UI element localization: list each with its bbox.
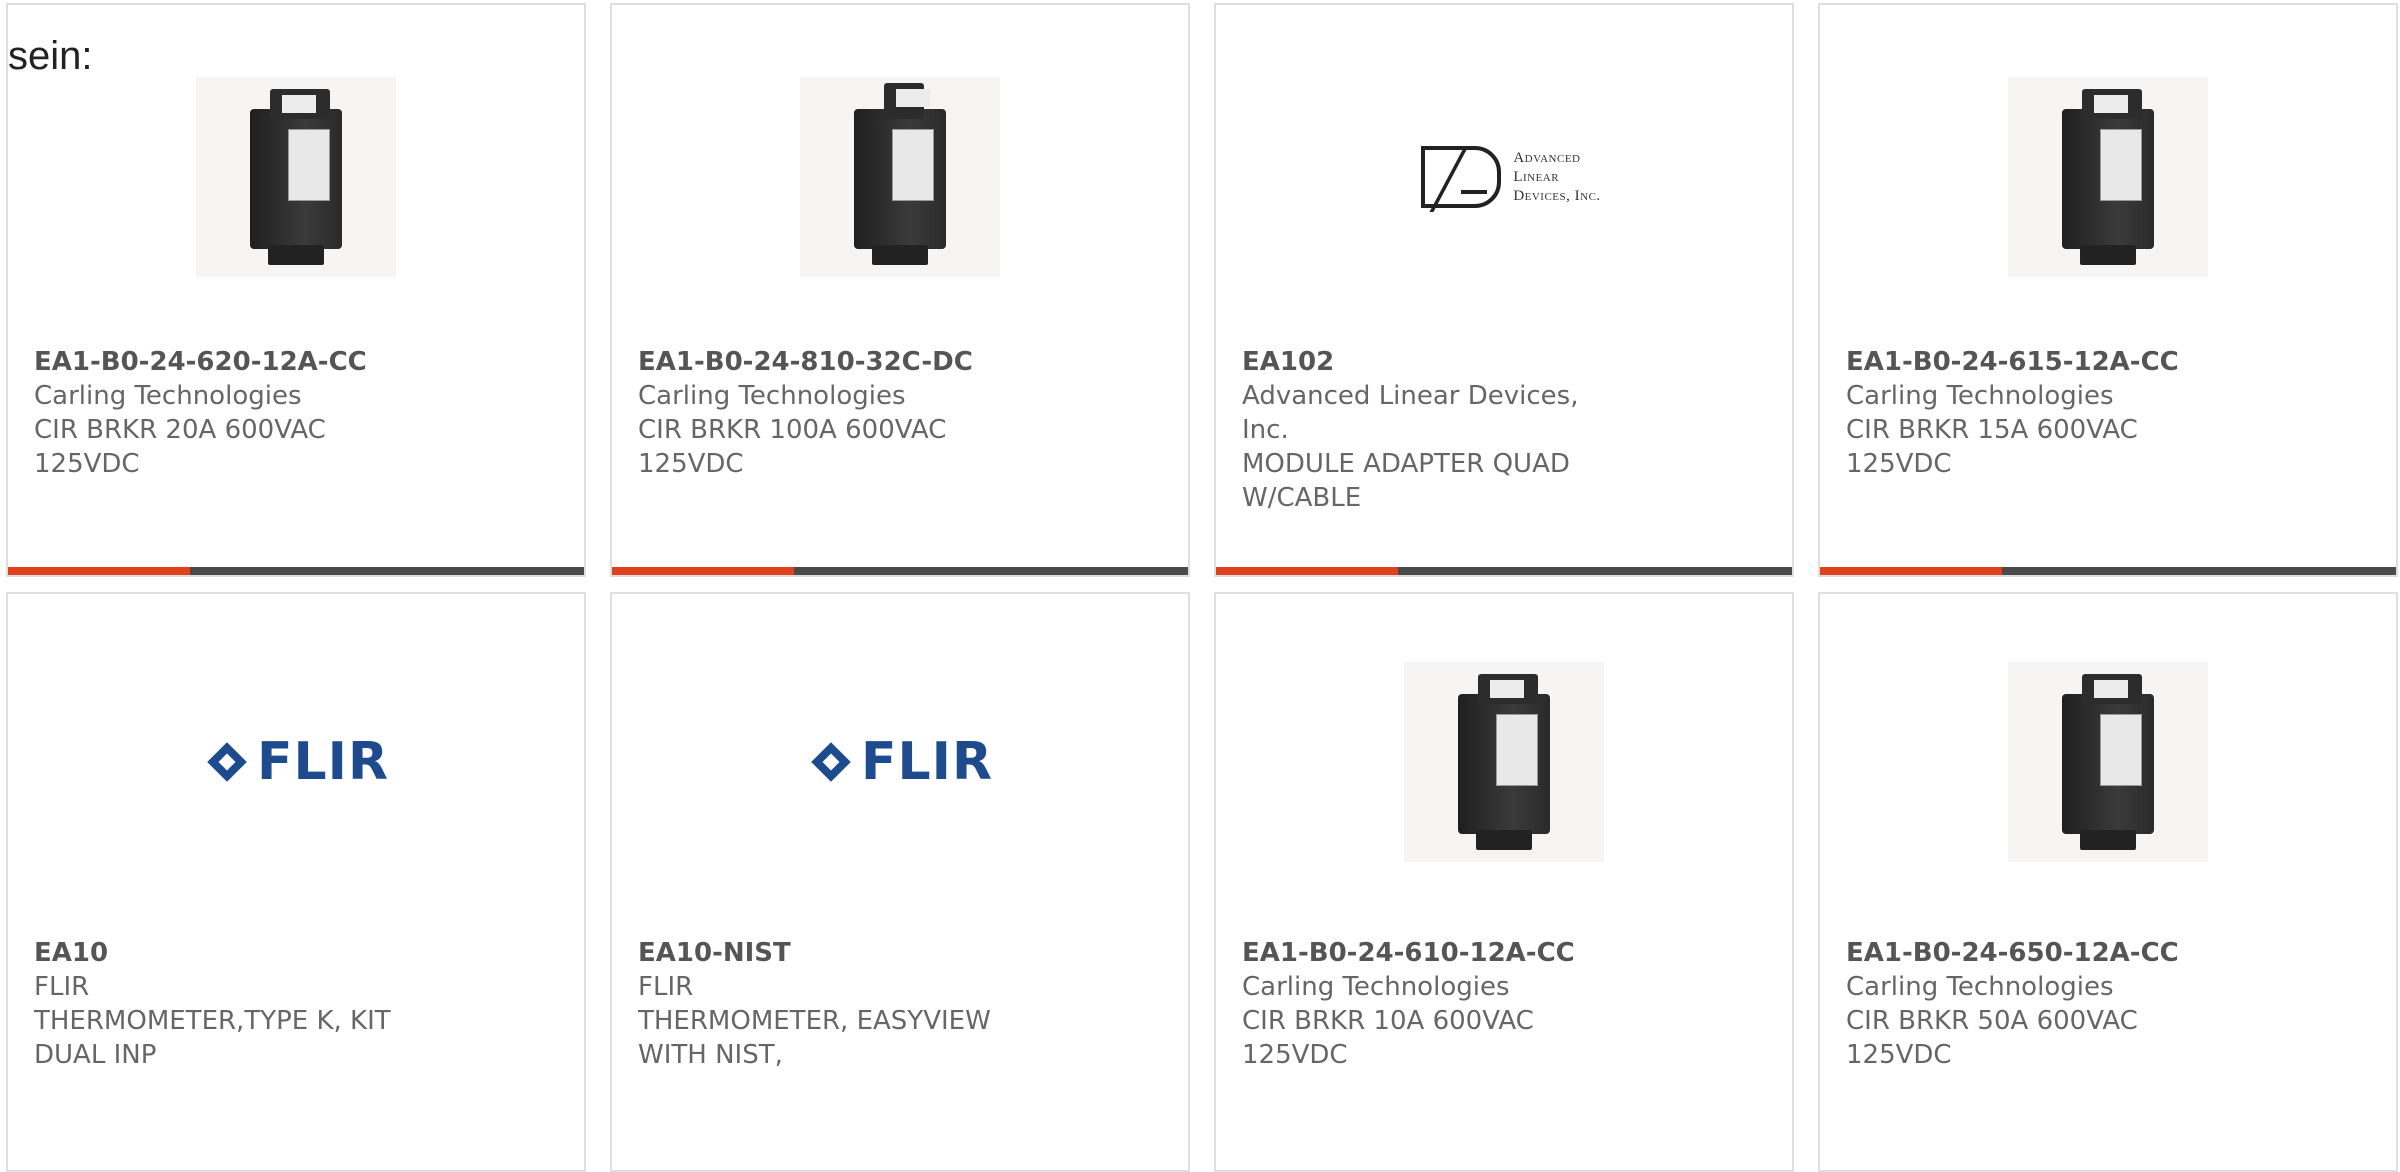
product-card[interactable]: FLIR EA10 FLIR THERMOMETER,TYPE K, KIT D… [6,592,586,1172]
flir-logo-text: FLIR [256,732,390,792]
circuit-breaker-photo [1404,662,1604,862]
ald-logo-line: Linear [1513,168,1560,185]
flir-logo: FLIR [811,732,993,792]
part-number-link[interactable]: EA102 [1242,345,1602,379]
part-number-link[interactable]: EA10-NIST [638,936,1018,970]
product-image[interactable]: Advanced Linear Devices, Inc. [1396,77,1626,277]
product-card[interactable]: FLIR EA10-NIST FLIR THERMOMETER, EASYVIE… [610,592,1190,1172]
part-number-link[interactable]: EA1-B0-24-620-12A-CC [34,345,434,379]
description: THERMOMETER, EASYVIEW WITH NIST, [638,1006,991,1070]
manufacturer: Carling Technologies [34,381,302,411]
description: CIR BRKR 20A 600VAC 125VDC [34,415,326,479]
manufacturer: FLIR [638,972,694,1002]
ald-logo-line: Devices, Inc. [1513,187,1601,204]
circuit-breaker-photo [196,77,396,277]
intro-text: sein: [8,34,93,78]
description: THERMOMETER,TYPE K, KIT DUAL INP [34,1006,391,1070]
product-image[interactable]: FLIR [792,662,1012,862]
flir-diamond-icon [207,742,247,782]
manufacturer: Carling Technologies [1242,972,1510,1002]
part-number-link[interactable]: EA1-B0-24-610-12A-CC [1242,936,1642,970]
circuit-breaker-photo [2008,77,2208,277]
card-accent-bar [1820,567,2396,575]
flir-logo-text: FLIR [860,732,994,792]
card-accent-bar [8,567,584,575]
part-number-link[interactable]: EA10 [34,936,414,970]
circuit-breaker-photo [800,77,1000,277]
description: CIR BRKR 50A 600VAC 125VDC [1846,1006,2138,1070]
product-image[interactable] [2008,662,2208,862]
description: CIR BRKR 10A 600VAC 125VDC [1242,1006,1534,1070]
manufacturer: Carling Technologies [638,381,906,411]
card-accent-bar [1216,567,1792,575]
description: CIR BRKR 100A 600VAC 125VDC [638,415,947,479]
product-card[interactable]: EA1-B0-24-615-12A-CC Carling Technologie… [1818,3,2398,577]
flir-logo: FLIR [207,732,389,792]
part-number-link[interactable]: EA1-B0-24-810-32C-DC [638,345,1038,379]
product-image[interactable] [2008,77,2208,277]
part-number-link[interactable]: EA1-B0-24-650-12A-CC [1846,936,2246,970]
description: MODULE ADAPTER QUAD W/CABLE [1242,449,1570,513]
product-card[interactable]: EA1-B0-24-610-12A-CC Carling Technologie… [1214,592,1794,1172]
product-image[interactable]: FLIR [188,662,408,862]
description: CIR BRKR 15A 600VAC 125VDC [1846,415,2138,479]
manufacturer: Carling Technologies [1846,381,2114,411]
flir-diamond-icon [811,742,851,782]
ald-logo: Advanced Linear Devices, Inc. [1421,146,1600,208]
product-image[interactable] [800,77,1000,277]
product-image[interactable] [1404,662,1604,862]
manufacturer: FLIR [34,972,90,1002]
product-card[interactable]: EA1-B0-24-620-12A-CC Carling Technologie… [6,3,586,577]
ald-logo-mark [1421,146,1502,208]
card-accent-bar [612,567,1188,575]
manufacturer: Carling Technologies [1846,972,2114,1002]
manufacturer: Advanced Linear Devices, Inc. [1242,381,1579,445]
circuit-breaker-photo [2008,662,2208,862]
ald-logo-line: Advanced [1513,149,1581,166]
part-number-link[interactable]: EA1-B0-24-615-12A-CC [1846,345,2246,379]
product-card[interactable]: EA1-B0-24-650-12A-CC Carling Technologie… [1818,592,2398,1172]
product-card[interactable]: Advanced Linear Devices, Inc. EA102 Adva… [1214,3,1794,577]
product-card[interactable]: EA1-B0-24-810-32C-DC Carling Technologie… [610,3,1190,577]
product-image[interactable] [196,77,396,277]
